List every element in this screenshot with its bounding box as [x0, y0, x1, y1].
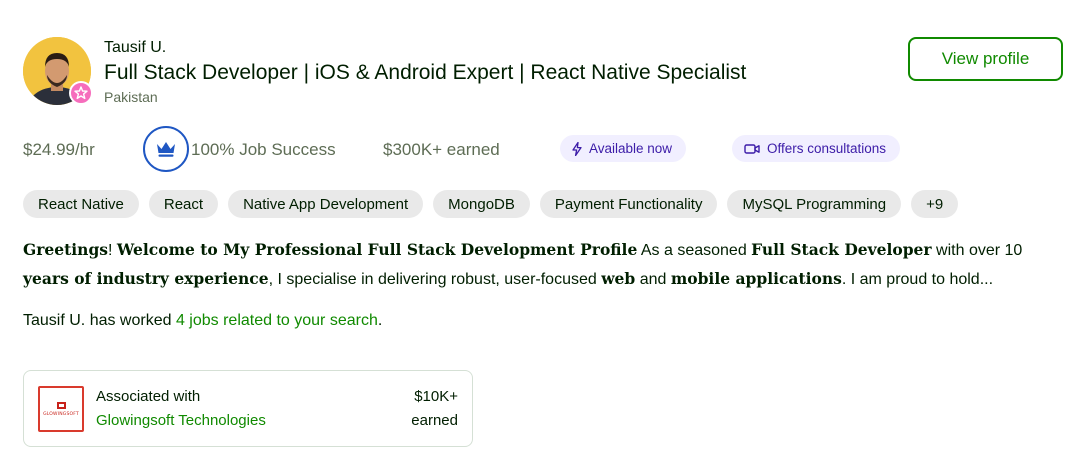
- freelancer-card: Tausif U. Full Stack Developer | iOS & A…: [0, 0, 1088, 476]
- agency-earned-label: earned: [411, 412, 458, 429]
- desc-text: . I am proud to hold...: [841, 271, 994, 288]
- desc-text: and: [635, 271, 671, 288]
- desc-text: with over 10: [931, 242, 1023, 259]
- crown-icon[interactable]: [143, 126, 189, 172]
- agency-earned-amount: $10K+: [414, 388, 458, 405]
- agency-name-link[interactable]: Glowingsoft Technologies: [96, 412, 266, 429]
- related-jobs-suffix: .: [377, 312, 383, 329]
- skill-tag[interactable]: Native App Development: [228, 190, 424, 218]
- skills-list: React Native React Native App Developmen…: [23, 190, 959, 218]
- agency-logo-mark: [56, 401, 66, 409]
- lightning-icon: [572, 141, 582, 156]
- skill-tag[interactable]: Payment Functionality: [539, 190, 718, 218]
- freelancer-headline[interactable]: Full Stack Developer | iOS & Android Exp…: [104, 61, 746, 85]
- desc-text: !: [108, 242, 117, 259]
- desc-bold: web: [601, 269, 636, 288]
- avatar-wrap[interactable]: [23, 37, 93, 107]
- desc-bold: mobile applications: [670, 269, 842, 288]
- desc-bold: Welcome to My Professional Full Stack De…: [116, 240, 638, 259]
- video-camera-icon: [744, 143, 760, 155]
- freelancer-location: Pakistan: [104, 89, 158, 105]
- skill-tag[interactable]: React Native: [23, 190, 139, 218]
- related-jobs-link[interactable]: 4 jobs related to your search: [176, 312, 378, 329]
- agency-association-box: GLOWINGSOFT Associated with Glowingsoft …: [23, 370, 473, 447]
- desc-bold: Greetings: [23, 240, 109, 259]
- available-now-label: Available now: [589, 141, 673, 156]
- view-profile-button[interactable]: View profile: [908, 37, 1063, 81]
- hourly-rate: $24.99/hr: [23, 140, 95, 159]
- total-earned: $300K+ earned: [383, 140, 500, 159]
- skill-tag[interactable]: React: [148, 190, 219, 218]
- skill-tag[interactable]: MySQL Programming: [727, 190, 902, 218]
- desc-text: As a seasoned: [637, 242, 752, 259]
- desc-bold: years of industry experience: [23, 269, 269, 288]
- profile-description[interactable]: Greetings! Welcome to My Professional Fu…: [23, 236, 1068, 294]
- related-jobs-text: Tausif U. has worked 4 jobs related to y…: [23, 312, 382, 330]
- skill-tag[interactable]: MongoDB: [433, 190, 530, 218]
- desc-text: , I specialise in delivering robust, use…: [268, 271, 602, 288]
- freelancer-name[interactable]: Tausif U.: [104, 39, 166, 57]
- agency-logo: GLOWINGSOFT: [38, 386, 84, 432]
- desc-bold: Full Stack Developer: [751, 240, 932, 259]
- agency-logo-text: GLOWINGSOFT: [43, 411, 79, 417]
- related-jobs-prefix: Tausif U. has worked: [23, 312, 176, 329]
- more-skills-button[interactable]: +9: [911, 190, 959, 218]
- offers-consultations-badge: Offers consultations: [732, 135, 901, 162]
- star-badge-icon: [69, 81, 93, 105]
- available-now-badge: Available now: [560, 135, 687, 162]
- job-success-score: 100% Job Success: [191, 140, 336, 159]
- associated-with-label: Associated with: [96, 388, 201, 405]
- offers-consultations-label: Offers consultations: [767, 141, 887, 156]
